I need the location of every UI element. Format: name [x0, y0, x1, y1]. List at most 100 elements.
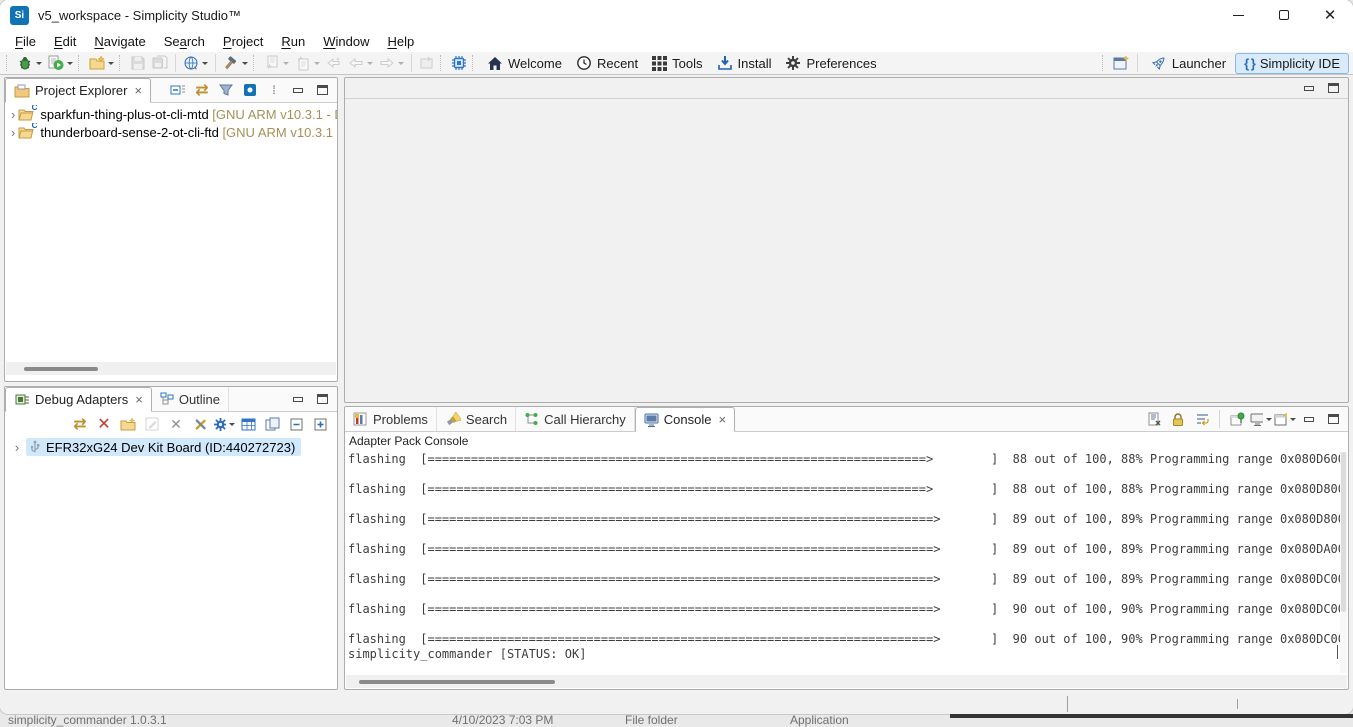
welcome-button[interactable]: Welcome	[480, 53, 569, 74]
clear-console-button[interactable]	[1143, 409, 1165, 429]
network-analyzer-button[interactable]	[180, 53, 211, 74]
dropdown-arrow-icon[interactable]	[229, 423, 235, 426]
preferences-button[interactable]: Preferences	[778, 53, 883, 74]
project-explorer-tab-label: Project Explorer	[35, 83, 127, 98]
minimize-window-button[interactable]	[1215, 0, 1261, 30]
scroll-lock-button[interactable]	[1167, 409, 1189, 429]
tab-call-hierarchy[interactable]: Call Hierarchy	[516, 407, 635, 431]
minimize-view-button[interactable]	[1298, 78, 1320, 98]
minimize-view-button[interactable]	[287, 80, 309, 100]
minimize-view-button[interactable]	[1298, 409, 1320, 429]
debug-adapters-tab-icon	[14, 393, 30, 407]
minimize-view-icon	[293, 397, 303, 402]
tab-search[interactable]: Search	[437, 407, 516, 431]
recent-button[interactable]: Recent	[569, 53, 645, 74]
dropdown-arrow-icon[interactable]	[1266, 418, 1272, 421]
close-tab-icon[interactable]: ×	[134, 83, 142, 98]
install-button[interactable]: Install	[710, 53, 779, 74]
install-label: Install	[738, 56, 772, 71]
project-explorer-hscrollbar[interactable]	[6, 362, 336, 375]
debug-button[interactable]	[14, 53, 45, 74]
menu-item-navigate[interactable]: Navigate	[85, 32, 154, 51]
menu-item-run[interactable]: Run	[272, 32, 314, 51]
flash-programmer-button[interactable]	[448, 53, 470, 74]
console-output[interactable]: flashing [==============================…	[345, 452, 1340, 673]
expand-all-button[interactable]	[309, 414, 331, 434]
expand-chevron-icon[interactable]: ›	[11, 125, 15, 140]
si-view-menu-button[interactable]	[239, 80, 261, 100]
tab-problems[interactable]: Problems	[345, 407, 437, 431]
menu-item-search[interactable]: Search	[155, 32, 214, 51]
dropdown-arrow-icon[interactable]	[242, 62, 248, 65]
adapter-tools-button[interactable]	[189, 414, 211, 434]
dropdown-arrow-icon[interactable]	[1290, 418, 1296, 421]
connect-adapter-button[interactable]: ⇄	[69, 414, 91, 434]
maximize-view-button[interactable]	[311, 80, 333, 100]
back-button	[345, 53, 376, 74]
console-line: flashing [==============================…	[348, 542, 1340, 557]
tab-debug-adapters[interactable]: Debug Adapters ×	[5, 387, 152, 412]
tab-project-explorer[interactable]: Project Explorer ×	[5, 78, 151, 103]
filter-button[interactable]	[215, 80, 237, 100]
expand-chevron-icon[interactable]: ›	[11, 440, 23, 455]
run-button[interactable]	[45, 53, 76, 74]
maximize-view-button[interactable]	[1322, 78, 1344, 98]
maximize-view-button[interactable]	[311, 389, 333, 409]
hscrollbar-thumb[interactable]	[24, 367, 98, 371]
adapter-device-label: EFR32xG24 Dev Kit Board (ID:440272723)	[46, 440, 295, 455]
console-line	[348, 527, 1340, 542]
project-row-thunderboard[interactable]: › C thunderboard-sense-2-ot-cli-ftd [GNU…	[5, 123, 337, 141]
selected-adapter[interactable]: EFR32xG24 Dev Kit Board (ID:440272723)	[26, 438, 301, 456]
perspective-simplicity-ide-button[interactable]: { } Simplicity IDE	[1235, 53, 1349, 74]
minimize-view-button[interactable]	[287, 389, 309, 409]
hscrollbar-thumb[interactable]	[359, 680, 555, 684]
console-tabstrip: Problems Search Call Hierarchy Console ×	[345, 407, 1348, 432]
view-menu-button[interactable]: ⁞	[263, 80, 285, 100]
dropdown-arrow-icon[interactable]	[36, 62, 42, 65]
dropdown-arrow-icon[interactable]	[108, 62, 114, 65]
dropdown-arrow-icon[interactable]	[202, 62, 208, 65]
close-tab-icon[interactable]: ×	[135, 392, 143, 407]
copy-view-button[interactable]	[261, 414, 283, 434]
menu-item-help[interactable]: Help	[378, 32, 423, 51]
menu-item-window[interactable]: Window	[314, 32, 378, 51]
menu-item-edit[interactable]: Edit	[45, 32, 85, 51]
next-annotation-icon	[264, 55, 280, 71]
close-tab-icon[interactable]: ×	[718, 412, 726, 427]
table-view-button[interactable]	[237, 414, 259, 434]
display-console-button[interactable]	[1250, 409, 1272, 429]
collapse-all-button[interactable]	[167, 80, 189, 100]
build-button[interactable]	[220, 53, 251, 74]
new-group-button[interactable]	[117, 414, 139, 434]
new-wizard-button[interactable]	[86, 53, 117, 74]
close-window-button[interactable]: ✕	[1307, 0, 1353, 30]
pin-console-button[interactable]	[1226, 409, 1248, 429]
disconnect-adapter-button[interactable]: ✕	[93, 414, 115, 434]
delete-button[interactable]: ✕	[165, 414, 187, 434]
tab-console[interactable]: Console ×	[635, 407, 735, 432]
previous-annotation-button	[292, 53, 323, 74]
maximize-icon	[1279, 10, 1289, 20]
console-hscrollbar[interactable]	[346, 675, 1347, 688]
clipped-desktop-text: Application	[790, 713, 849, 727]
collapse-all-button[interactable]	[285, 414, 307, 434]
perspective-launcher-button[interactable]: Launcher	[1142, 53, 1235, 74]
open-console-button[interactable]	[1274, 409, 1296, 429]
open-perspective-button[interactable]	[1110, 53, 1133, 74]
link-with-editor-button[interactable]: ⇄	[191, 80, 213, 100]
word-wrap-button[interactable]	[1191, 409, 1213, 429]
adapter-row-efr32[interactable]: › EFR32xG24 Dev Kit Board (ID:440272723)	[5, 438, 337, 456]
dropdown-arrow-icon[interactable]	[67, 62, 73, 65]
expand-chevron-icon[interactable]: ›	[11, 107, 15, 122]
project-row-sparkfun[interactable]: › C sparkfun-thing-plus-ot-cli-mtd [GNU …	[5, 105, 337, 123]
menu-item-project[interactable]: Project	[214, 32, 272, 51]
vscrollbar-thumb[interactable]	[1341, 452, 1346, 612]
adapter-settings-button[interactable]	[213, 414, 235, 434]
console-vscrollbar[interactable]	[1340, 452, 1347, 673]
maximize-window-button[interactable]	[1261, 0, 1307, 30]
tab-outline[interactable]: Outline	[152, 387, 229, 411]
vertical-dots-icon: ⁞	[272, 84, 275, 96]
tools-button[interactable]: Tools	[645, 53, 709, 74]
menu-item-file[interactable]: File	[6, 32, 45, 51]
maximize-view-button[interactable]	[1322, 409, 1344, 429]
